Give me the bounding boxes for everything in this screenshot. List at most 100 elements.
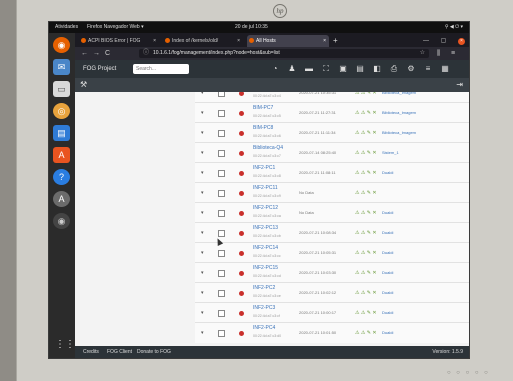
row-checkbox[interactable] xyxy=(218,190,225,197)
row-checkbox[interactable] xyxy=(218,130,225,137)
host-name-link[interactable]: INF2-PC1 xyxy=(253,165,275,172)
expand-icon[interactable]: ▾ xyxy=(201,283,204,303)
row-action-icons[interactable]: ⚠ ⚠ ✎ ✕ xyxy=(355,183,377,203)
table-row[interactable]: ▾ INF2-PC14 00:22:4d:a7:c3:cc 2020-07-21 10… xyxy=(195,242,469,263)
table-row[interactable]: ▾ INF2-PC15 00:22:4d:a7:c3:cd 2020-07-21 10… xyxy=(195,262,469,283)
expand-icon[interactable]: ▾ xyxy=(201,303,204,323)
row-checkbox[interactable] xyxy=(218,210,225,217)
table-row[interactable]: ▾ Biblioteca-Q4 00:22:4d:a7:c3:c7 2020-07-1… xyxy=(195,142,469,163)
expand-icon[interactable]: ▾ xyxy=(201,203,204,223)
help-icon[interactable]: ? xyxy=(53,169,70,185)
row-checkbox[interactable] xyxy=(218,230,225,237)
fog-title[interactable]: FOG Project xyxy=(83,60,116,78)
files-icon[interactable]: ▭ xyxy=(53,81,70,97)
host-name-link[interactable]: INF2-PC4 xyxy=(253,325,275,332)
image-link[interactable]: Dualdi xyxy=(382,223,393,243)
host-name-link[interactable]: BIM-PC8 xyxy=(253,125,273,132)
system-menu[interactable]: ⚲ ◀ ⏻ ▾ xyxy=(445,22,463,33)
url-text[interactable]: 10.1.6.1/fog/management/index.php?node=h… xyxy=(153,49,280,58)
table-row[interactable]: ▾ INF2-PC3 00:22:4d:a7:c3:cf 2020-07-21 10:… xyxy=(195,302,469,323)
info-icon[interactable]: ⓘ xyxy=(143,49,149,58)
expand-icon[interactable]: ▾ xyxy=(201,223,204,243)
host-name-link[interactable]: INF2-PC13 xyxy=(253,225,278,232)
image-link[interactable]: Dualdi xyxy=(382,303,393,323)
table-row[interactable]: ▾ BIM-PC7 00:22:4d:a7:c3:c5 2020-07-21 11:2… xyxy=(195,102,469,123)
forward-icon[interactable]: → xyxy=(93,47,100,60)
software-icon[interactable]: A xyxy=(53,147,70,163)
activities-button[interactable]: Atividades xyxy=(55,22,78,33)
image-link[interactable]: Biblioteca_Imagem xyxy=(382,103,416,123)
reports-icon[interactable]: ▦ xyxy=(440,64,450,74)
row-checkbox[interactable] xyxy=(218,150,225,157)
groups-icon[interactable]: ⛶ xyxy=(321,64,331,74)
row-action-icons[interactable]: ⚠ ⚠ ✎ ✕ xyxy=(355,263,377,283)
disc-icon[interactable]: ◉ xyxy=(53,213,70,229)
host-name-link[interactable]: INF2-PC2 xyxy=(253,285,275,292)
row-checkbox[interactable] xyxy=(218,330,225,337)
row-action-icons[interactable]: ⚠ ⚠ ✎ ✕ xyxy=(355,103,377,123)
storage-icon[interactable]: ▤ xyxy=(355,64,365,74)
expand-icon[interactable]: ▾ xyxy=(201,263,204,283)
image-link[interactable]: Biblioteca_Imagem xyxy=(382,123,416,143)
reload-icon[interactable]: C xyxy=(105,47,110,60)
row-checkbox[interactable] xyxy=(218,250,225,257)
tab-all-hosts[interactable]: All Hosts × xyxy=(247,35,329,47)
dashboard-icon[interactable]: ◔ xyxy=(270,64,280,74)
wrench-icon[interactable]: ⚒ xyxy=(80,78,87,92)
image-link[interactable]: Sistem_1 xyxy=(382,143,399,163)
logout-icon[interactable]: ⇥ xyxy=(456,78,463,92)
credits-link[interactable]: Credits xyxy=(83,346,99,358)
expand-icon[interactable]: ▾ xyxy=(201,143,204,163)
tab-acpi[interactable]: ACPI BIOS Error | FOG × xyxy=(79,35,159,47)
host-name-link[interactable]: BIM-PC7 xyxy=(253,105,273,112)
table-row[interactable]: ▾ BIM-PC8 00:22:4d:a7:c3:c6 2020-07-21 11:1… xyxy=(195,122,469,143)
expand-icon[interactable]: ▾ xyxy=(201,183,204,203)
expand-icon[interactable]: ▾ xyxy=(201,163,204,183)
image-link[interactable]: Dualdi xyxy=(382,243,393,263)
table-row[interactable]: ▾ INF2-PC11 00:22:4d:a7:c3:c9 No Data ⚠ ⚠ ✎ … xyxy=(195,182,469,203)
hamburger-menu-icon[interactable]: ≡ xyxy=(451,47,455,60)
table-row[interactable]: ▾ INF2-PC4 00:22:4d:a7:c3:d0 2020-07-21 10:… xyxy=(195,322,469,343)
writer-icon[interactable]: ▤ xyxy=(53,125,70,141)
row-checkbox[interactable] xyxy=(218,110,225,117)
row-checkbox[interactable] xyxy=(218,290,225,297)
close-tab-icon[interactable]: × xyxy=(237,35,240,47)
close-tab-icon[interactable]: × xyxy=(153,35,156,47)
updater-icon[interactable]: A xyxy=(53,191,70,207)
row-action-icons[interactable]: ⚠ ⚠ ✎ ✕ xyxy=(355,223,377,243)
snapins-icon[interactable]: ◧ xyxy=(372,64,382,74)
table-row[interactable]: ▾ INF2-PC1 00:22:4d:a7:c3:c8 2020-07-21 11:… xyxy=(195,162,469,183)
row-checkbox[interactable] xyxy=(218,170,225,177)
image-link[interactable]: Dualdi xyxy=(382,283,393,303)
tab-index[interactable]: Index of /kernels/old/ × xyxy=(163,35,243,47)
printers-icon[interactable]: ⎙ xyxy=(389,64,399,74)
row-checkbox[interactable] xyxy=(218,270,225,277)
host-name-link[interactable]: INF2-PC3 xyxy=(253,305,275,312)
row-action-icons[interactable]: ⚠ ⚠ ✎ ✕ xyxy=(355,283,377,303)
fog-client-link[interactable]: FOG Client xyxy=(107,346,132,358)
donate-link[interactable]: Donate to FOG xyxy=(137,346,171,358)
back-icon[interactable]: ← xyxy=(81,47,88,60)
search-input[interactable] xyxy=(133,64,189,74)
row-action-icons[interactable]: ⚠ ⚠ ✎ ✕ xyxy=(355,243,377,263)
row-action-icons[interactable]: ⚠ ⚠ ✎ ✕ xyxy=(355,143,377,163)
table-row[interactable]: ▾ INF2-PC12 00:22:4d:a7:c3:ca No Data ⚠ ⚠ ✎ … xyxy=(195,202,469,223)
bookmark-star-icon[interactable]: ☆ xyxy=(420,49,425,58)
host-name-link[interactable]: INF2-PC14 xyxy=(253,245,278,252)
row-action-icons[interactable]: ⚠ ⚠ ✎ ✕ xyxy=(355,323,377,343)
host-name-link[interactable]: Biblioteca-Q4 xyxy=(253,145,283,152)
clock[interactable]: 20 de jul 10:35 xyxy=(235,22,268,33)
expand-icon[interactable]: ▾ xyxy=(201,103,204,123)
image-link[interactable]: Dualdi xyxy=(382,263,393,283)
expand-icon[interactable]: ▾ xyxy=(201,123,204,143)
host-name-link[interactable]: INF2-PC11 xyxy=(253,185,278,192)
firefox-icon[interactable]: ◉ xyxy=(53,37,70,53)
table-row[interactable]: ▾ INF2-PC13 00:22:4d:a7:c3:cb 2020-07-21 10… xyxy=(195,222,469,243)
app-menu[interactable]: Firefox Navegador Web ▾ xyxy=(87,22,144,33)
row-checkbox[interactable] xyxy=(218,310,225,317)
image-link[interactable]: Dualdi xyxy=(382,163,393,183)
row-action-icons[interactable]: ⚠ ⚠ ✎ ✕ xyxy=(355,163,377,183)
image-link[interactable]: Dualdi xyxy=(382,323,393,343)
settings-icon[interactable]: ⚙ xyxy=(406,64,416,74)
rhythmbox-icon[interactable]: ◎ xyxy=(53,103,70,119)
